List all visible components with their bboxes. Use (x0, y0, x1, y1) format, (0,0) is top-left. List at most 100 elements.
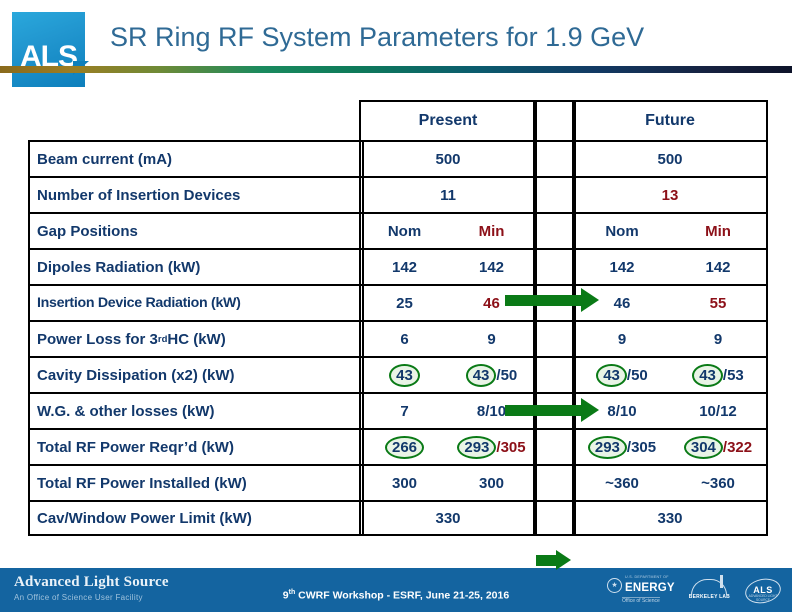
future-group-header: Future (645, 112, 695, 129)
row-label: Insertion Device Radiation (kW) (30, 284, 362, 320)
berkeley-lab-logo: BERKELEY LAB (688, 575, 730, 601)
highlight-circle: 43 (465, 363, 497, 387)
table-row: 330 (574, 500, 766, 536)
cell-future-gap-nom: Nom (605, 222, 639, 240)
als-footer-subtitle: ADVANCED LIGHT SOURCE (748, 594, 778, 602)
header-divider-rule (0, 66, 792, 73)
table-row: 9 9 (574, 320, 766, 356)
table-row: 142 142 (361, 248, 535, 284)
als-footer-logo: ALS ADVANCED LIGHT SOURCE (742, 575, 784, 607)
row-label: Cav/Window Power Limit (kW) (30, 500, 362, 536)
cell-future-cavdiss-nom: 43/50 (574, 358, 670, 392)
gap-cell (535, 356, 574, 392)
row-label: Total RF Power Installed (kW) (30, 464, 362, 500)
cell-suffix: /322 (722, 438, 753, 456)
cell-present-dipoles-min: 142 (478, 258, 505, 276)
group-header-row: Present (361, 100, 535, 140)
arrow-total-rf-power-icon (536, 550, 571, 570)
doe-energy-text: ENERGY (625, 582, 675, 595)
doe-energy-logo: ★ U.S. DEPARTMENT OF ENERGY Office of Sc… (607, 574, 675, 605)
row-label: Gap Positions (30, 212, 362, 248)
doe-department-text: U.S. DEPARTMENT OF (625, 574, 669, 579)
table-row: 43/50 43/53 (574, 356, 766, 392)
highlight-circle: 266 (384, 435, 425, 459)
footer-logo-group: ★ U.S. DEPARTMENT OF ENERGY Office of Sc… (607, 572, 784, 608)
table-row: 25 46 (361, 284, 535, 320)
gap-cell (535, 248, 574, 284)
row-label-superscript: rd (157, 333, 168, 345)
doe-seal-icon: ★ (607, 578, 623, 593)
table-row: 6 9 (361, 320, 535, 356)
footer-separator (0, 562, 792, 564)
cell-future-totinst-min: ~360 (701, 474, 735, 492)
row-label: Beam current (mA) (30, 140, 362, 176)
table-row: 7 8/10 (361, 392, 535, 428)
gap-cell (535, 464, 574, 500)
footer-conf-rest: CWRF Workshop - ESRF, June 21-25, 2016 (295, 589, 510, 602)
arrow-head (556, 550, 571, 570)
cell-future-totreq-min: 304/322 (670, 430, 766, 464)
present-group-header: Present (418, 112, 478, 129)
row-label: W.G. & other losses (kW) (30, 392, 362, 428)
gap-cell (535, 500, 574, 536)
cell-present-beam-current: 500 (435, 150, 461, 168)
cell-future-totinst-nom: ~360 (605, 474, 639, 492)
present-column-group: Present 500 11 Nom Min 142 142 25 46 6 9… (359, 100, 537, 536)
cell-future-dipoles-min: 142 (705, 258, 731, 276)
row-label: Power Loss for 3rd HC (kW) (30, 320, 362, 356)
cell-future-totreq-nom: 293/305 (574, 430, 670, 464)
highlight-circle: 293 (457, 435, 497, 459)
future-column-group: Future 500 13 Nom Min 142 142 46 55 9 9 … (572, 100, 768, 536)
cell-future-beam-current: 500 (657, 150, 683, 168)
cell-present-dipoles-nom: 142 (391, 258, 418, 276)
row-label: Dipoles Radiation (kW) (30, 248, 362, 284)
cell-present-wg-nom: 7 (400, 402, 409, 420)
slide-header: ALS SR Ring RF System Parameters for 1.9… (0, 0, 792, 92)
cell-present-hc-nom: 6 (400, 330, 409, 348)
cell-future-hc-nom: 9 (617, 330, 627, 348)
table-row: 43 43/50 (361, 356, 535, 392)
row-label: Total RF Power Reqr’d (kW) (30, 428, 362, 464)
cell-suffix: /50 (626, 366, 648, 384)
gap-cell (535, 100, 574, 140)
cell-present-totreq-min: 293/305 (448, 430, 535, 464)
row-label-text-rest: HC (kW) (167, 330, 226, 348)
cell-present-gap-min: Min (478, 222, 505, 240)
table-row: Nom Min (574, 212, 766, 248)
table-row: 330 (361, 500, 535, 536)
cell-present-gap-nom: Nom (387, 222, 422, 240)
highlight-circle: 304 (683, 435, 723, 459)
cell-present-cavdiss-min: 43/50 (448, 358, 535, 392)
highlight-circle: 293 (587, 435, 627, 459)
row-label-text: Power Loss for 3 (37, 330, 158, 348)
cell-present-cavlimit: 330 (435, 509, 461, 527)
cell-future-idrad-min: 55 (709, 294, 727, 312)
cell-future-cavlimit: 330 (657, 509, 683, 527)
gap-cell (535, 428, 574, 464)
table-row: 293/305 304/322 (574, 428, 766, 464)
cell-future-wg-nom: 8/10 (607, 402, 637, 420)
table-row: 500 (574, 140, 766, 176)
cell-present-num-ids: 11 (440, 186, 456, 204)
table-row: 11 (361, 176, 535, 212)
table-row: 300 300 (361, 464, 535, 500)
cell-present-hc-min: 9 (487, 330, 496, 348)
row-label-column: Beam current (mA) Number of Insertion De… (28, 140, 364, 536)
cell-present-totreq-nom: 266 (361, 430, 448, 464)
table-row: 46 55 (574, 284, 766, 320)
table-row: 8/10 10/12 (574, 392, 766, 428)
cell-future-dipoles-nom: 142 (609, 258, 635, 276)
highlight-circle: 43 (596, 363, 627, 387)
cell-future-hc-min: 9 (713, 330, 723, 348)
table-row: ~360 ~360 (574, 464, 766, 500)
highlight-circle: 43 (692, 363, 723, 387)
cell-present-idrad-nom: 25 (396, 294, 413, 312)
cell-future-gap-min: Min (705, 222, 731, 240)
group-header-row: Future (574, 100, 766, 140)
cell-present-cavdiss-nom: 43 (361, 358, 448, 392)
page-title: SR Ring RF System Parameters for 1.9 GeV (110, 22, 645, 52)
berkeley-lab-text: BERKELEY LAB (688, 594, 730, 601)
table-row: 13 (574, 176, 766, 212)
highlight-circle: 43 (389, 363, 420, 387)
doe-office-of-science-text: Office of Science (622, 597, 660, 605)
